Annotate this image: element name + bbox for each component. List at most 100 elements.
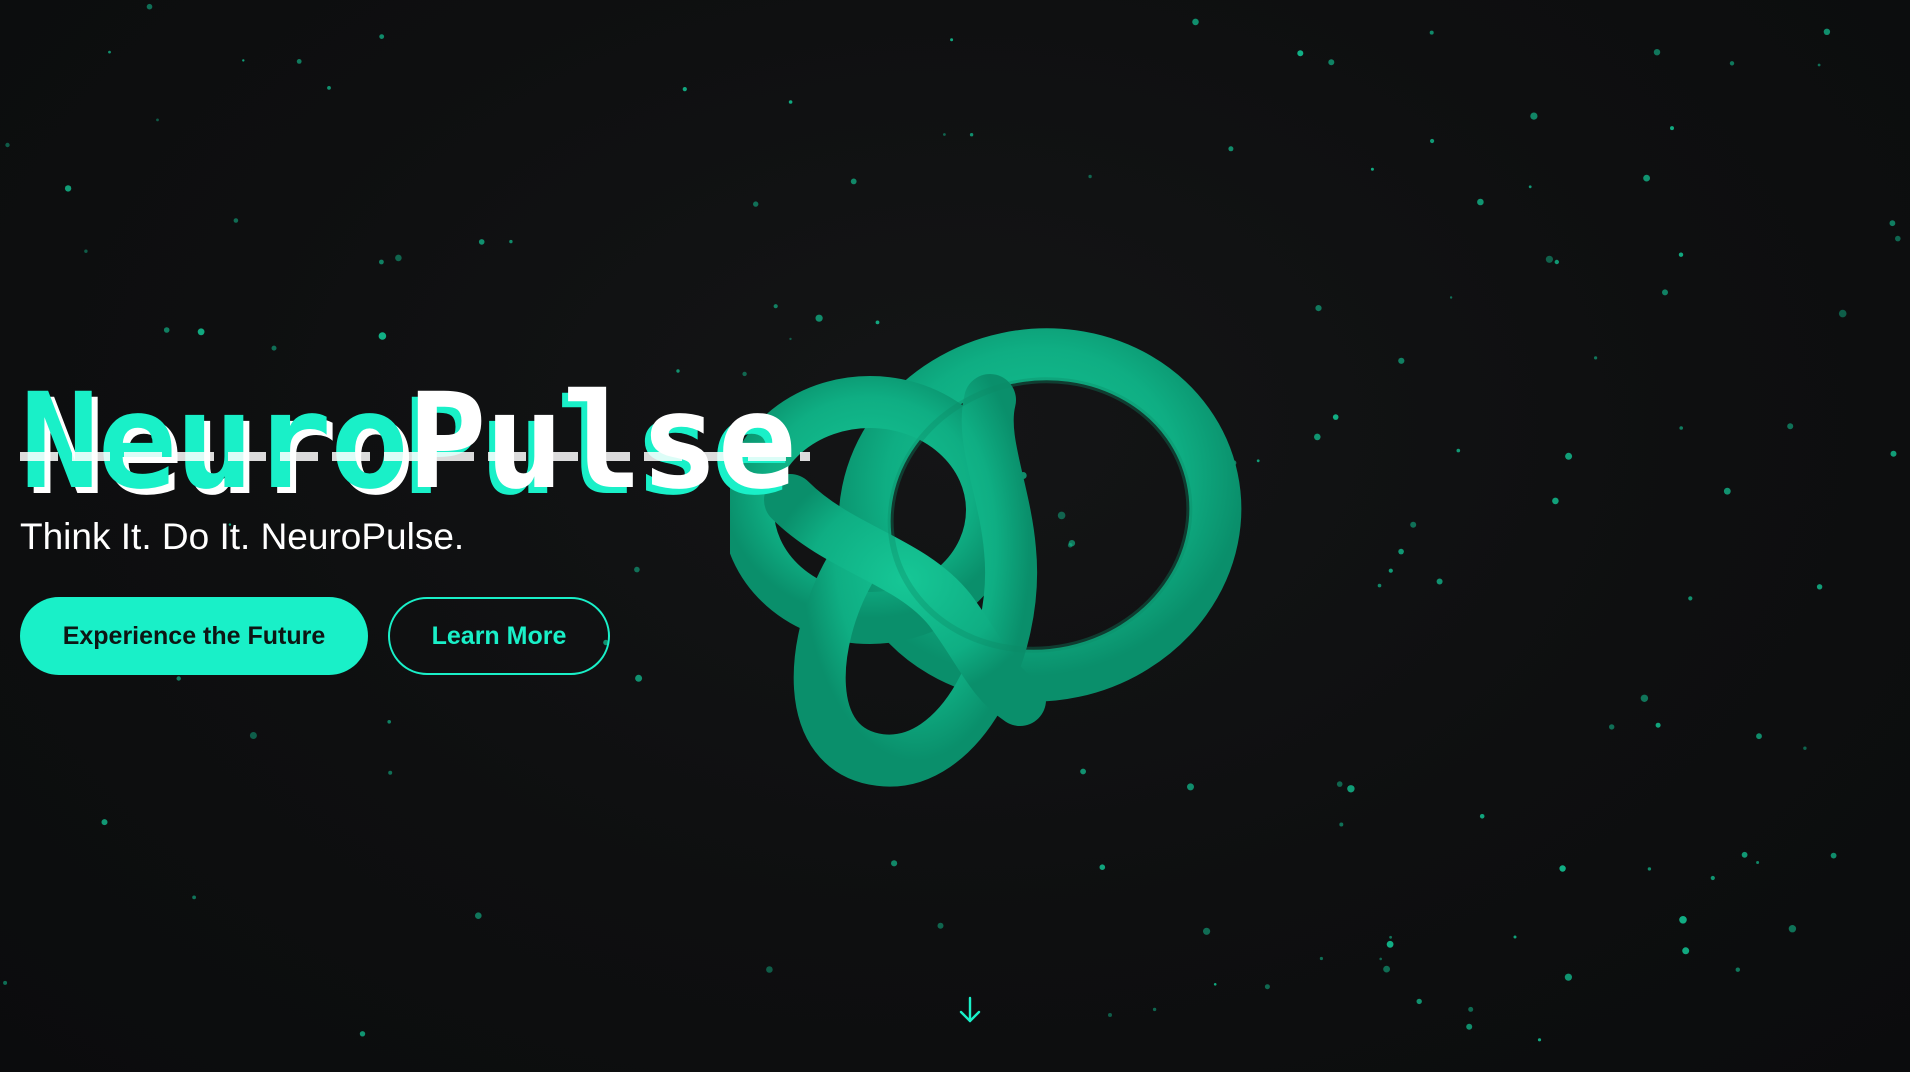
particle xyxy=(1528,185,1532,189)
experience-future-button[interactable]: Experience the Future xyxy=(20,597,368,675)
particle xyxy=(388,770,393,775)
particle xyxy=(1377,583,1382,588)
particle xyxy=(1788,925,1797,933)
particle xyxy=(1565,452,1573,460)
particle xyxy=(1545,255,1553,263)
particle xyxy=(478,239,485,245)
brand-title-pulse: Pulse xyxy=(407,365,796,519)
particle xyxy=(753,201,759,207)
brand-title-neuro: Neuro xyxy=(20,365,409,519)
particle xyxy=(1256,459,1260,463)
hero-section: NeuroPulse Think It. Do It. NeuroPulse. … xyxy=(20,376,920,675)
particle xyxy=(1678,252,1684,257)
particle xyxy=(1228,146,1234,152)
particle xyxy=(891,860,898,867)
particle xyxy=(108,50,111,54)
particle xyxy=(1456,448,1461,453)
particle xyxy=(146,3,153,10)
particle xyxy=(1213,983,1217,986)
particle xyxy=(1554,259,1560,265)
particle xyxy=(1339,822,1344,827)
particle xyxy=(1890,450,1897,457)
particle xyxy=(1449,296,1453,299)
particle xyxy=(1108,1013,1112,1017)
particle xyxy=(197,328,205,336)
particle xyxy=(176,676,181,681)
particle xyxy=(163,327,170,333)
tagline: Think It. Do It. NeuroPulse. xyxy=(20,516,465,557)
particle xyxy=(850,178,857,185)
particle xyxy=(1328,59,1335,66)
particle xyxy=(1756,861,1760,864)
particle xyxy=(1314,433,1321,441)
particle xyxy=(1682,947,1690,955)
arrow-down-icon[interactable] xyxy=(958,995,982,1025)
particle xyxy=(1564,973,1572,981)
particle xyxy=(192,895,197,900)
particle xyxy=(379,259,384,265)
particle xyxy=(475,912,482,919)
particle xyxy=(327,86,331,90)
particle xyxy=(379,34,385,39)
particle xyxy=(156,118,159,122)
particle xyxy=(1803,746,1807,750)
particle xyxy=(1640,694,1649,702)
particle xyxy=(1817,63,1821,67)
particle xyxy=(3,980,8,985)
particle xyxy=(242,59,245,62)
particle xyxy=(1670,126,1674,131)
particle xyxy=(1099,864,1106,870)
particle xyxy=(1735,967,1741,972)
particle xyxy=(1756,733,1762,740)
particle xyxy=(1823,28,1831,35)
particle xyxy=(1838,309,1847,318)
particle xyxy=(1389,935,1392,939)
particle xyxy=(1889,220,1896,227)
particle xyxy=(395,254,402,262)
particle xyxy=(1653,49,1661,56)
particle xyxy=(509,239,513,244)
particle xyxy=(1609,724,1615,730)
particle xyxy=(1430,138,1435,144)
particle xyxy=(1152,1007,1157,1012)
learn-more-button[interactable]: Learn More xyxy=(388,597,610,675)
particle xyxy=(387,720,392,724)
particle xyxy=(682,87,687,92)
particle xyxy=(1347,785,1355,793)
particle xyxy=(1559,865,1566,872)
particle xyxy=(1332,414,1339,420)
particle xyxy=(1192,18,1199,26)
particle xyxy=(766,966,773,973)
particle xyxy=(1398,357,1405,364)
particle xyxy=(1379,957,1382,961)
particle xyxy=(788,100,793,104)
particle xyxy=(1429,30,1434,35)
particle xyxy=(1436,578,1443,585)
hero-buttons: Experience the Future Learn More xyxy=(20,597,920,675)
particle xyxy=(1830,852,1837,859)
particle xyxy=(1468,1006,1474,1012)
particle xyxy=(1264,984,1270,990)
particle xyxy=(1388,568,1393,573)
particle xyxy=(1710,875,1715,881)
particle xyxy=(969,133,974,137)
particle xyxy=(1398,548,1404,555)
particle xyxy=(950,38,954,42)
particle xyxy=(1513,935,1517,939)
particle xyxy=(1479,814,1485,819)
particle xyxy=(1477,198,1484,206)
particle xyxy=(271,345,277,351)
particle xyxy=(1530,112,1538,120)
particle xyxy=(249,732,257,739)
particle xyxy=(635,674,643,682)
particle xyxy=(1688,596,1693,601)
particle xyxy=(1655,722,1661,728)
particle xyxy=(1594,356,1598,360)
particle xyxy=(1336,781,1343,787)
particle xyxy=(84,249,88,253)
particle xyxy=(1466,1023,1473,1030)
particle xyxy=(1315,305,1322,312)
particle xyxy=(1816,584,1823,590)
glitch-effect xyxy=(20,452,810,461)
particle xyxy=(1723,487,1731,495)
